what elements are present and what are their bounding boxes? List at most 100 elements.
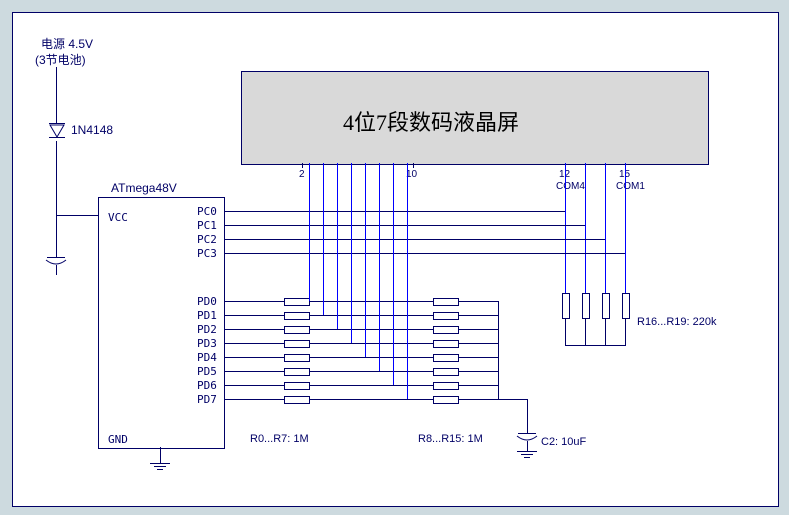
resistor-r11 <box>433 340 459 348</box>
pin-PD2: PD2 <box>197 323 217 336</box>
pin-PC0: PC0 <box>197 205 217 218</box>
resistor-r5 <box>284 368 310 376</box>
wire <box>393 385 433 386</box>
pin-PD6: PD6 <box>197 379 217 392</box>
wire <box>323 315 433 316</box>
wire-bus <box>565 211 566 293</box>
wire <box>565 345 626 346</box>
wire <box>310 357 365 358</box>
wire <box>56 67 57 123</box>
wire <box>459 343 499 344</box>
vcc-label: VCC <box>108 211 128 224</box>
cap-c2-label: C2: 10uF <box>541 436 586 448</box>
lcd-title: 4位7段数码液晶屏 <box>343 105 519 137</box>
wire-bus <box>407 163 408 399</box>
wire <box>224 315 284 316</box>
wire <box>224 329 284 330</box>
wire-bus <box>625 253 626 293</box>
resistor-r9 <box>433 312 459 320</box>
wire-bus <box>565 163 566 211</box>
wire-bus <box>605 239 606 293</box>
res-left-label: R0...R7: 1M <box>250 433 309 445</box>
wire <box>224 371 284 372</box>
lcd-pin-2: 2 <box>299 169 305 180</box>
wire <box>310 399 407 400</box>
wire <box>527 441 528 451</box>
schematic-sheet: { "power": { "line1": "电源 4.5V", "line2"… <box>12 12 779 507</box>
lcd-com4: COM4 <box>556 181 585 192</box>
wire <box>310 385 393 386</box>
wire <box>379 371 433 372</box>
res-mid-label: R8...R15: 1M <box>418 433 483 445</box>
resistor-r3 <box>284 340 310 348</box>
wire <box>407 399 433 400</box>
wire <box>56 265 57 275</box>
wire <box>56 215 57 257</box>
wire <box>224 225 585 226</box>
resistor-r14 <box>433 382 459 390</box>
power-label-line1: 电源 4.5V <box>41 35 93 52</box>
wire <box>565 319 566 345</box>
pin-PD1: PD1 <box>197 309 217 322</box>
pin-PD0: PD0 <box>197 295 217 308</box>
resistor-r13 <box>433 368 459 376</box>
wire <box>351 343 433 344</box>
wire <box>56 141 57 215</box>
pin-PC1: PC1 <box>197 219 217 232</box>
diode-1n4148 <box>47 123 67 143</box>
wire-bus <box>379 163 380 371</box>
wire-bus <box>585 163 586 225</box>
wire-bus <box>323 163 324 315</box>
resistor-r4 <box>284 354 310 362</box>
resistor-r0 <box>284 298 310 306</box>
lcd-com1: COM1 <box>616 181 645 192</box>
diode-label: 1N4148 <box>71 123 113 137</box>
wire <box>224 239 605 240</box>
resistor-com-0 <box>562 293 570 319</box>
wire <box>498 301 499 399</box>
wire <box>585 319 586 345</box>
resistor-r15 <box>433 396 459 404</box>
resistor-r1 <box>284 312 310 320</box>
power-label-line2: (3节电池) <box>35 51 86 68</box>
wire <box>459 399 499 400</box>
resistor-r8 <box>433 298 459 306</box>
wire <box>459 329 499 330</box>
wire <box>625 319 626 345</box>
wire-bus <box>351 163 352 343</box>
wire-bus <box>309 163 310 301</box>
wire <box>224 357 284 358</box>
wire <box>459 357 499 358</box>
wire <box>459 315 499 316</box>
wire <box>309 301 433 302</box>
wire <box>224 343 284 344</box>
wire-bus <box>393 163 394 385</box>
mcu-title: ATmega48V <box>111 181 177 195</box>
wire <box>527 421 528 433</box>
wire <box>310 315 323 316</box>
wire <box>310 371 379 372</box>
wire-bus <box>585 225 586 293</box>
wire <box>498 399 527 400</box>
wire <box>56 215 98 216</box>
wire-bus <box>605 163 606 239</box>
pin-PD5: PD5 <box>197 365 217 378</box>
wire-bus <box>337 163 338 329</box>
wire <box>365 357 433 358</box>
resistor-r7 <box>284 396 310 404</box>
wire <box>160 447 161 463</box>
resistor-com-1 <box>582 293 590 319</box>
pin-PD4: PD4 <box>197 351 217 364</box>
wire-bus <box>365 163 366 357</box>
gnd-label: GND <box>108 433 128 446</box>
pin-PC3: PC3 <box>197 247 217 260</box>
resistor-r12 <box>433 354 459 362</box>
res-right-label: R16...R19: 220k <box>637 316 717 328</box>
resistor-r10 <box>433 326 459 334</box>
wire <box>310 329 337 330</box>
pin-PD7: PD7 <box>197 393 217 406</box>
wire <box>310 343 351 344</box>
wire <box>459 301 499 302</box>
pin-PD3: PD3 <box>197 337 217 350</box>
wire <box>459 385 499 386</box>
